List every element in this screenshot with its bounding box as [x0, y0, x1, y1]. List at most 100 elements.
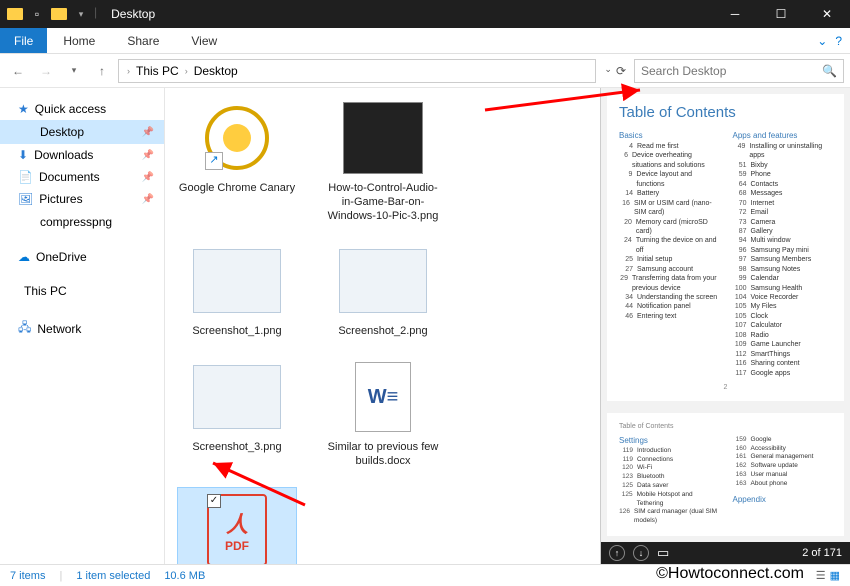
toc-row: 163About phone: [733, 480, 833, 489]
tab-view[interactable]: View: [175, 29, 233, 53]
file-tab[interactable]: File: [0, 28, 47, 53]
toc-row: 160Accessibility: [733, 445, 833, 454]
file-thumbnail: W≡: [335, 357, 431, 437]
breadcrumb-thispc[interactable]: This PC: [134, 64, 181, 78]
forward-button[interactable]: →: [34, 59, 58, 83]
toc-apps-head: Apps and features: [733, 131, 833, 140]
toc-row: 159Google: [733, 436, 833, 445]
new-folder-icon[interactable]: [50, 5, 68, 23]
file-item[interactable]: How-to-Control-Audio-in-Game-Bar-on-Wind…: [323, 98, 443, 223]
watermark: ©Howtoconnect.com: [656, 565, 804, 583]
toc-row: 46Entering text: [619, 312, 719, 321]
search-icon[interactable]: 🔍: [822, 64, 837, 78]
close-button[interactable]: ✕: [804, 0, 850, 28]
window-title: Desktop: [111, 7, 155, 21]
address-dropdown-icon[interactable]: ⌄: [604, 64, 612, 78]
status-size: 10.6 MB: [164, 570, 205, 582]
toc-title-small: Table of Contents: [619, 423, 832, 430]
quick-access[interactable]: ★ Quick access: [0, 98, 164, 120]
explorer-icon: [6, 5, 24, 23]
properties-icon[interactable]: ▫: [28, 5, 46, 23]
toc-row: 105Clock: [733, 312, 833, 321]
ribbon-help: ⌄ ?: [817, 34, 850, 48]
toc-basics-head: Basics: [619, 131, 719, 140]
preview-down-icon[interactable]: ↓: [633, 545, 649, 561]
sidebar-item-documents[interactable]: 📄 Documents: [0, 166, 164, 188]
up-button[interactable]: ↑: [90, 59, 114, 83]
sidebar-item-thispc[interactable]: This PC: [0, 280, 164, 302]
network-icon: 🖧: [18, 318, 31, 339]
file-label: Similar to previous few builds.docx: [323, 441, 443, 469]
search-box[interactable]: 🔍: [634, 59, 844, 83]
recent-locations-icon[interactable]: ▾: [62, 59, 86, 83]
toc-row: 68Messages: [733, 189, 833, 198]
toc-row: 107Calculator: [733, 321, 833, 330]
file-thumbnail: [189, 357, 285, 437]
toc-row: 70Internet: [733, 199, 833, 208]
navigation-pane: ★ Quick access Desktop ⬇ Downloads 📄 Doc…: [0, 88, 165, 564]
sidebar-item-compresspng[interactable]: compresspng: [0, 210, 164, 234]
qat-dropdown-icon[interactable]: ▾: [72, 5, 90, 23]
file-item[interactable]: ↗Google Chrome Canary: [177, 98, 297, 223]
tab-home[interactable]: Home: [47, 29, 111, 53]
toc-row: 161General management: [733, 453, 833, 462]
toc-row: 16SIM or USIM card (nano-SIM card): [619, 199, 719, 218]
toc-row: 105My Files: [733, 302, 833, 311]
sidebar-item-pictures[interactable]: 🖼 Pictures: [0, 188, 164, 210]
preview-toolbar: ↑ ↓ ▭ 2 of 171: [601, 542, 850, 564]
file-label: Screenshot_3.png: [177, 441, 297, 455]
toc-row: 117Google apps: [733, 369, 833, 378]
search-input[interactable]: [641, 64, 822, 78]
toc-row: 59Phone: [733, 170, 833, 179]
file-label: Google Chrome Canary: [177, 182, 297, 196]
file-label: Screenshot_1.png: [177, 325, 297, 339]
toc-row: 98Samsung Notes: [733, 265, 833, 274]
preview-page-status: 2 of 171: [802, 547, 842, 559]
sidebar-item-network[interactable]: 🖧 Network: [0, 314, 164, 343]
address-path[interactable]: › This PC › Desktop: [118, 59, 596, 83]
icons-view-icon[interactable]: ▦: [830, 569, 840, 582]
preview-page-icon[interactable]: ▭: [657, 545, 669, 561]
quick-access-label: Quick access: [35, 102, 106, 116]
sidebar-item-label: Pictures: [39, 192, 82, 206]
toc-appendix-head: Appendix: [733, 495, 833, 504]
maximize-button[interactable]: ☐: [758, 0, 804, 28]
window-controls: ─ ☐ ✕: [712, 0, 850, 28]
sidebar-item-onedrive[interactable]: ☁ OneDrive: [0, 246, 164, 268]
toc-row: 72Email: [733, 208, 833, 217]
back-button[interactable]: ←: [6, 59, 30, 83]
toc-row: 44Notification panel: [619, 302, 719, 311]
sidebar-item-desktop[interactable]: Desktop: [0, 120, 164, 144]
file-item[interactable]: Screenshot_3.png: [177, 357, 297, 469]
sidebar-item-label: Desktop: [40, 125, 84, 139]
preview-page-1: Table of Contents Basics 4Read me first6…: [607, 94, 844, 401]
sidebar-item-label: OneDrive: [36, 250, 87, 264]
tab-share[interactable]: Share: [111, 29, 175, 53]
sidebar-item-label: Documents: [39, 170, 100, 184]
toc-row: 29Transferring data from your previous d…: [619, 274, 719, 293]
toc-row: 108Radio: [733, 331, 833, 340]
toc-row: 34Understanding the screen: [619, 293, 719, 302]
status-items: 7 items: [10, 570, 45, 582]
file-item[interactable]: Screenshot_2.png: [323, 241, 443, 339]
minimize-button[interactable]: ─: [712, 0, 758, 28]
page-number: 2: [619, 384, 832, 391]
file-view[interactable]: ↗Google Chrome Canary How-to-Control-Audi…: [165, 88, 600, 564]
file-thumbnail: ✓人PDF: [189, 490, 285, 565]
file-label: How-to-Control-Audio-in-Game-Bar-on-Wind…: [323, 182, 443, 223]
toc-row: 104Voice Recorder: [733, 293, 833, 302]
help-icon[interactable]: ?: [835, 34, 842, 48]
file-item[interactable]: Screenshot_1.png: [177, 241, 297, 339]
refresh-icon[interactable]: ⟳: [616, 64, 626, 78]
breadcrumb-desktop[interactable]: Desktop: [192, 64, 240, 78]
ribbon-expand-icon[interactable]: ⌄: [817, 34, 827, 48]
file-item[interactable]: W≡ Similar to previous few builds.docx: [323, 357, 443, 469]
file-thumbnail: [335, 241, 431, 321]
file-item[interactable]: ✓人PDFSM-J810_UM_EU_Oreo_Eng_Rev.1.0_1807…: [177, 487, 297, 565]
toc-row: 162Software update: [733, 462, 833, 471]
status-selected: 1 item selected: [76, 570, 150, 582]
sidebar-item-downloads[interactable]: ⬇ Downloads: [0, 144, 164, 166]
sidebar-item-label: Downloads: [34, 148, 93, 162]
details-view-icon[interactable]: ☰: [816, 569, 826, 582]
preview-up-icon[interactable]: ↑: [609, 545, 625, 561]
